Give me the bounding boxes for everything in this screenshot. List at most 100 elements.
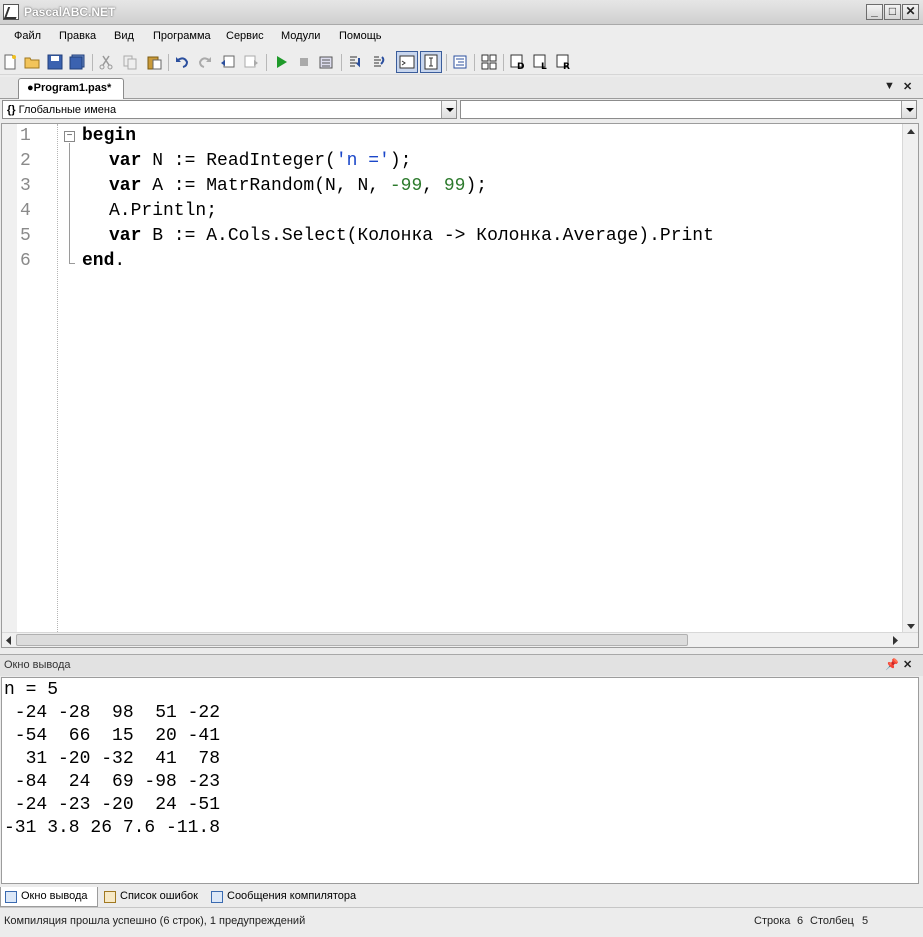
output-line: -31 3.8 26 7.6 -11.8: [4, 818, 221, 838]
output-line: n = 5: [4, 680, 59, 700]
messages-icon: [211, 891, 223, 903]
save-icon[interactable]: [47, 54, 63, 70]
save-all-icon[interactable]: [69, 54, 85, 70]
uncomment-icon[interactable]: [243, 54, 259, 70]
new-file-icon[interactable]: [2, 54, 18, 70]
status-message: Компиляция прошла успешно (6 строк), 1 п…: [4, 915, 306, 927]
output-line: -84 24 69 -98 -23: [4, 772, 221, 792]
title-bar: PascalABC.NET _ □ ✕: [0, 0, 923, 25]
menu-service[interactable]: Сервис: [226, 30, 264, 42]
text-mode-toggle[interactable]: [420, 51, 442, 73]
scope-combo-value: {} Глобальные имена: [7, 104, 117, 116]
fold-guide: [69, 143, 70, 263]
copy-icon[interactable]: [122, 54, 138, 70]
tab-error-list[interactable]: Список ошибок: [100, 887, 206, 907]
output-line: -24 -23 -20 24 -51: [4, 795, 221, 815]
template-l-icon[interactable]: L: [533, 54, 549, 70]
tab-output-window[interactable]: Окно вывода: [0, 887, 98, 907]
window-title: PascalABC.NET: [24, 5, 116, 19]
bottom-tab-strip: Окно вывода Список ошибок Сообщения комп…: [0, 886, 923, 908]
code-line-6: end.: [82, 251, 126, 271]
menu-program[interactable]: Программа: [153, 30, 211, 42]
navigation-bar: {} Глобальные имена: [0, 99, 923, 121]
console-icon: [399, 55, 415, 69]
maximize-button[interactable]: □: [884, 4, 901, 20]
template-d-icon[interactable]: D: [510, 54, 526, 70]
tab-program1[interactable]: ●Program1.pas*: [18, 78, 124, 99]
open-folder-icon[interactable]: [24, 54, 40, 70]
toolbar-separator: [92, 54, 93, 71]
fold-toggle-icon[interactable]: −: [64, 131, 75, 142]
chevron-down-icon[interactable]: [901, 101, 916, 118]
form-designer-icon[interactable]: [481, 54, 497, 70]
toolbar-separator: [503, 54, 504, 71]
row-label: Строка: [754, 915, 791, 927]
menu-help[interactable]: Помощь: [339, 30, 382, 42]
line-number: 3: [20, 176, 31, 196]
braces-icon: {}: [7, 104, 16, 116]
output-panel-header: Окно вывода 📌 ✕: [0, 654, 923, 676]
chevron-down-icon[interactable]: [441, 101, 456, 118]
toolbar: D L R: [0, 49, 923, 75]
tab-list-dropdown-icon[interactable]: ▼: [884, 80, 895, 92]
code-editor[interactable]: 1 2 3 4 5 6 − begin var N := ReadInteger…: [1, 123, 919, 648]
horizontal-scrollbar[interactable]: [2, 632, 918, 647]
step-over-icon[interactable]: [371, 54, 387, 70]
close-panel-icon[interactable]: ✕: [903, 658, 912, 671]
line-number: 5: [20, 226, 31, 246]
cut-icon[interactable]: [98, 54, 114, 70]
minimize-button[interactable]: _: [866, 4, 883, 20]
output-panel-title: Окно вывода: [4, 659, 71, 671]
undo-icon[interactable]: [174, 54, 190, 70]
template-r-icon[interactable]: R: [556, 54, 572, 70]
close-window-button[interactable]: ✕: [902, 4, 919, 20]
row-value: 6: [797, 915, 804, 927]
line-number: 4: [20, 201, 31, 221]
breakpoint-margin[interactable]: [2, 124, 17, 634]
stop-icon[interactable]: [296, 54, 312, 70]
line-number: 2: [20, 151, 31, 171]
code-line-3: var A := MatrRandom(N, N, -99, 99);: [109, 176, 488, 196]
run-icon[interactable]: [273, 54, 289, 70]
svg-text:L: L: [541, 62, 547, 70]
tab-label: Окно вывода: [21, 890, 88, 902]
pin-icon[interactable]: 📌: [885, 658, 899, 671]
paste-icon[interactable]: [146, 54, 162, 70]
step-into-icon[interactable]: [347, 54, 363, 70]
output-line: -24 -28 98 51 -22: [4, 703, 221, 723]
close-tab-icon[interactable]: ✕: [903, 80, 912, 93]
menu-file[interactable]: Файл: [14, 30, 41, 42]
app-logo-icon: [3, 4, 19, 20]
document-tab-strip: ●Program1.pas* ▼ ✕: [0, 77, 923, 99]
output-window-toggle[interactable]: [396, 51, 418, 73]
menu-bar: Файл Правка Вид Программа Сервис Модули …: [0, 25, 923, 49]
menu-view[interactable]: Вид: [114, 30, 134, 42]
toolbar-separator: [446, 54, 447, 71]
member-combo[interactable]: [460, 100, 917, 119]
toolbar-separator: [266, 54, 267, 71]
tab-compiler-messages[interactable]: Сообщения компилятора: [207, 887, 365, 907]
vertical-scrollbar[interactable]: [902, 124, 918, 634]
menu-edit[interactable]: Правка: [59, 30, 96, 42]
toolbar-separator: [341, 54, 342, 71]
scroll-thumb[interactable]: [16, 634, 688, 646]
tab-label: Список ошибок: [120, 890, 198, 902]
output-window[interactable]: n = 5 -24 -28 98 51 -22 -54 66 15 20 -41…: [1, 677, 919, 884]
column-value: 5: [862, 915, 869, 927]
scope-combo[interactable]: {} Глобальные имена: [2, 100, 457, 119]
line-number: 6: [20, 251, 31, 271]
fold-guide-end: [69, 263, 75, 264]
compile-icon[interactable]: [318, 54, 334, 70]
toolbar-separator: [474, 54, 475, 71]
comment-icon[interactable]: [220, 54, 236, 70]
error-list-icon: [104, 891, 116, 903]
svg-text:R: R: [563, 62, 570, 70]
output-line: 31 -20 -32 41 78: [4, 749, 221, 769]
redo-icon[interactable]: [197, 54, 213, 70]
text-cursor-icon: [424, 54, 438, 70]
column-label: Столбец: [810, 915, 854, 927]
scroll-arrows: [907, 129, 915, 629]
menu-modules[interactable]: Модули: [281, 30, 320, 42]
format-code-icon[interactable]: [452, 54, 468, 70]
output-line: -54 66 15 20 -41: [4, 726, 221, 746]
